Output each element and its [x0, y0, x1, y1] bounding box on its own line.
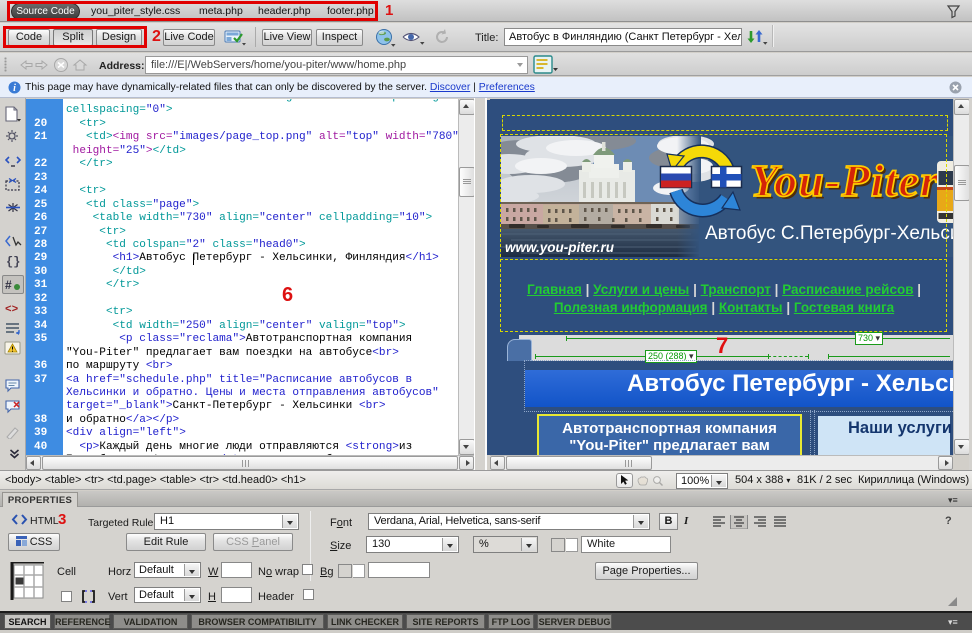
svg-text:#: # [5, 278, 12, 292]
svg-text:{}: {} [6, 255, 20, 268]
svg-text:i: i [13, 83, 16, 94]
svg-text:<>: <> [5, 304, 19, 315]
